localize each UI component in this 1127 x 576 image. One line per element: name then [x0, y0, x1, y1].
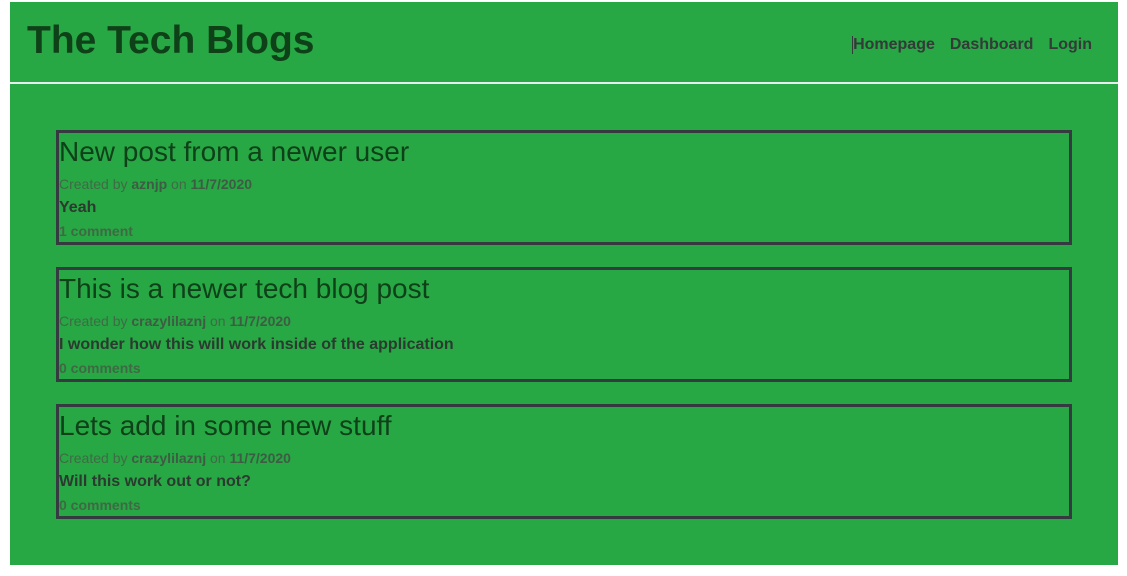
main-nav: Homepage Dashboard Login [852, 36, 1092, 54]
post-comment-count[interactable]: 0 comments [59, 359, 1069, 377]
on-label: on [209, 313, 226, 329]
on-label: on [209, 450, 226, 466]
post-title[interactable]: Lets add in some new stuff [59, 409, 1069, 443]
post-meta: Created by aznjp on 11/7/2020 [59, 176, 1069, 192]
post-list: New post from a newer user Created by az… [56, 130, 1072, 541]
post-date: 11/7/2020 [229, 450, 291, 466]
post-date: 11/7/2020 [229, 313, 291, 329]
site-header: The Tech Blogs Homepage Dashboard Login [10, 2, 1118, 84]
post-comment-count[interactable]: 0 comments [59, 496, 1069, 514]
post-author: crazylilaznj [131, 313, 207, 329]
post-body: Will this work out or not? [59, 473, 251, 490]
page-frame: The Tech Blogs Homepage Dashboard Login … [10, 2, 1118, 565]
created-by-label: Created by [59, 176, 128, 192]
post-card[interactable]: This is a newer tech blog post Created b… [56, 267, 1072, 382]
post-card[interactable]: Lets add in some new stuff Created by cr… [56, 404, 1072, 519]
nav-homepage-link[interactable]: Homepage [852, 36, 935, 54]
post-comment-count[interactable]: 1 comment [59, 222, 1069, 240]
created-by-label: Created by [59, 450, 128, 466]
post-date: 11/7/2020 [190, 176, 253, 192]
on-label: on [171, 176, 187, 192]
post-author: crazylilaznj [131, 450, 207, 466]
post-title[interactable]: New post from a newer user [59, 135, 1069, 169]
created-by-label: Created by [59, 313, 128, 329]
nav-login-link[interactable]: Login [1048, 36, 1092, 54]
nav-dashboard-link[interactable]: Dashboard [950, 36, 1034, 54]
post-body: Yeah [59, 199, 97, 216]
post-title[interactable]: This is a newer tech blog post [59, 272, 1069, 306]
site-title: The Tech Blogs [27, 19, 315, 62]
post-author: aznjp [131, 176, 168, 192]
post-meta: Created by crazylilaznj on 11/7/2020 [59, 313, 1069, 329]
post-card[interactable]: New post from a newer user Created by az… [56, 130, 1072, 245]
post-meta: Created by crazylilaznj on 11/7/2020 [59, 450, 1069, 466]
post-body: I wonder how this will work inside of th… [59, 336, 454, 353]
